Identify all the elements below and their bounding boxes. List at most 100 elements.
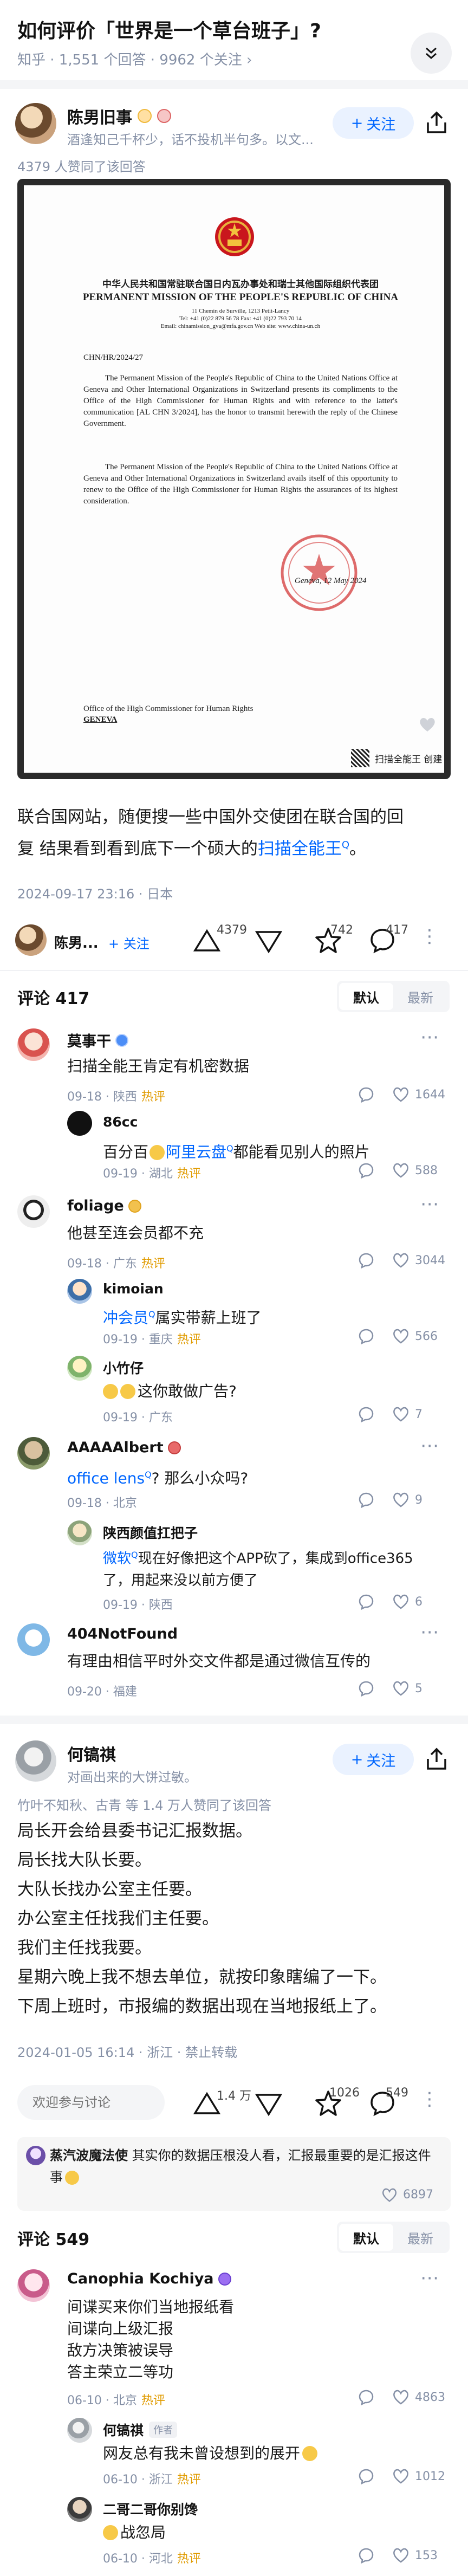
like-icon[interactable] — [392, 1680, 410, 1697]
like-icon[interactable] — [392, 1491, 410, 1509]
badge-icon — [138, 109, 152, 123]
like-icon[interactable] — [381, 2187, 398, 2203]
more-icon[interactable]: ⋮ — [420, 2088, 440, 2110]
reply-icon[interactable] — [358, 2547, 375, 2564]
author-name[interactable]: 陈男旧事 — [67, 104, 132, 128]
reply-icon[interactable] — [358, 1252, 375, 1269]
search-link[interactable]: 扫描全能王 — [258, 839, 342, 858]
commenter-avatar[interactable] — [17, 2269, 50, 2302]
commenter-name[interactable]: 404NotFound — [67, 1626, 178, 1642]
reply-icon[interactable] — [358, 1491, 375, 1509]
tab-latest[interactable]: 最新 — [393, 2224, 447, 2251]
tab-latest[interactable]: 最新 — [393, 983, 447, 1010]
search-link[interactable]: 阿里云盘 — [166, 1143, 226, 1161]
letterhead-address: 11 Chemin de Surville, 1213 Petit-Lancy — [191, 308, 290, 314]
commenter-avatar[interactable] — [17, 1437, 50, 1470]
letterhead-chinese: 中华人民共和国常驻联合国日内瓦办事处和瑞士其他国际组织代表团 — [102, 279, 379, 289]
emoji-icon — [150, 1145, 165, 1161]
commenter-name[interactable]: Canophia Kochiya — [67, 2270, 214, 2287]
bar-author-name[interactable]: 陈男... — [54, 932, 99, 952]
level-badge-icon — [128, 1199, 141, 1213]
like-icon[interactable] — [392, 1086, 410, 1103]
reply-avatar[interactable] — [67, 1279, 92, 1304]
commenter-avatar[interactable] — [17, 1028, 50, 1061]
comment-more-icon[interactable]: ⋯ — [420, 1435, 440, 1457]
like-icon[interactable] — [392, 2468, 410, 2485]
letter-paragraph-2: The Permanent Mission of the People's Re… — [83, 463, 398, 506]
commenter-avatar[interactable] — [17, 1623, 50, 1656]
like-icon[interactable] — [392, 1328, 410, 1345]
search-link-icon: Q — [341, 839, 350, 851]
comment-sort-tabs: 默认 最新 — [337, 2222, 450, 2253]
comment-text: 间谍买来你们当地报纸看 间谍向上级汇报 敌方决策被误导 答主荣立二等功 — [67, 2298, 235, 2381]
share-icon[interactable] — [422, 1745, 451, 1773]
search-link[interactable]: 微软 — [103, 1551, 131, 1567]
reply-name[interactable]: 陕西颜值扛把子 — [103, 1523, 198, 1542]
reply-avatar[interactable] — [67, 1111, 92, 1136]
like-count: 566 — [415, 1330, 438, 1343]
tab-default[interactable]: 默认 — [339, 983, 393, 1010]
follow-button[interactable]: + 关注 — [333, 1744, 414, 1775]
commenter-name[interactable]: foliage — [67, 1198, 124, 1214]
pinned-text: 蒸汽波魔法使 其实你的数据压根没人看，汇报最重要的是汇报这件事 — [50, 2148, 431, 2185]
reply-icon[interactable] — [358, 2468, 375, 2485]
comment-text: 有理由相信平时外交文件都是通过微信互传的 — [67, 1652, 371, 1670]
reply-name[interactable]: 何镐祺 — [103, 2420, 144, 2439]
heart-icon[interactable] — [418, 716, 437, 733]
comment-more-icon[interactable]: ⋯ — [420, 1193, 440, 1215]
reply-icon[interactable] — [358, 1086, 375, 1103]
comment-input[interactable] — [32, 2095, 157, 2110]
search-link[interactable]: office lens — [67, 1469, 145, 1487]
like-icon[interactable] — [392, 1593, 410, 1610]
follow-button[interactable]: + 关注 — [333, 107, 414, 139]
reply-avatar[interactable] — [67, 2497, 92, 2522]
reply-icon[interactable] — [358, 1406, 375, 1423]
author-avatar[interactable] — [15, 1740, 56, 1782]
reply-avatar[interactable] — [67, 2418, 92, 2443]
author-name[interactable]: 何镐祺 — [67, 1742, 116, 1765]
commenter-avatar[interactable] — [17, 1195, 50, 1228]
qr-code-icon — [351, 749, 369, 767]
emoji-icon — [103, 1384, 118, 1399]
like-icon[interactable] — [392, 2389, 410, 2406]
commenter-name[interactable]: AAAAAlbert — [67, 1439, 164, 1456]
share-icon[interactable] — [422, 108, 451, 137]
like-count: 5 — [415, 1682, 422, 1695]
downvote-icon[interactable] — [255, 929, 283, 955]
reply-name[interactable]: 小竹仔 — [103, 1358, 144, 1377]
question-title[interactable]: 如何评价「世界是一个草台班子」? — [17, 15, 321, 43]
document-image[interactable]: 中华人民共和国常驻联合国日内瓦办事处和瑞士其他国际组织代表团 PERMANENT… — [17, 179, 451, 779]
question-meta[interactable]: 知乎 · 1,551 个回答 · 9962 个关注 › — [17, 49, 252, 69]
bar-follow-button[interactable]: + 关注 — [108, 933, 150, 952]
reply-avatar[interactable] — [67, 1520, 92, 1545]
reply-name[interactable]: 86cc — [103, 1114, 138, 1130]
like-icon[interactable] — [392, 1252, 410, 1269]
like-icon[interactable] — [392, 1406, 410, 1423]
like-count: 153 — [415, 2549, 438, 2562]
reply-name[interactable]: kimoian — [103, 1281, 164, 1297]
comment-more-icon[interactable]: ⋯ — [420, 2267, 440, 2289]
like-icon[interactable] — [392, 1162, 410, 1179]
reply-icon[interactable] — [358, 2389, 375, 2406]
reply-icon[interactable] — [358, 1680, 375, 1697]
commenter-name[interactable]: 莫事干 — [67, 1030, 111, 1051]
reply-avatar[interactable] — [67, 1356, 92, 1381]
more-icon[interactable]: ⋮ — [420, 925, 440, 947]
reply-icon[interactable] — [358, 1162, 375, 1179]
reply-name[interactable]: 二哥二哥你别馋 — [103, 2499, 198, 2519]
reply-icon[interactable] — [358, 1593, 375, 1610]
comment-text: 他甚至连会员都不充 — [67, 1224, 204, 1242]
emoji-icon — [302, 2446, 318, 2461]
comment-more-icon[interactable]: ⋯ — [420, 1621, 440, 1643]
search-link-icon: Q — [145, 1470, 152, 1480]
bar-author-avatar[interactable] — [15, 924, 47, 956]
tab-default[interactable]: 默认 — [339, 2224, 393, 2251]
comment-more-icon[interactable]: ⋯ — [420, 1026, 440, 1048]
collapse-button[interactable] — [411, 33, 452, 74]
letter-date: Geneva, 12 May 2024 — [295, 577, 367, 585]
downvote-icon[interactable] — [255, 2092, 283, 2118]
reply-icon[interactable] — [358, 1328, 375, 1345]
author-avatar[interactable] — [15, 103, 56, 144]
search-link[interactable]: 冲会员 — [103, 1309, 148, 1326]
like-icon[interactable] — [392, 2547, 410, 2564]
